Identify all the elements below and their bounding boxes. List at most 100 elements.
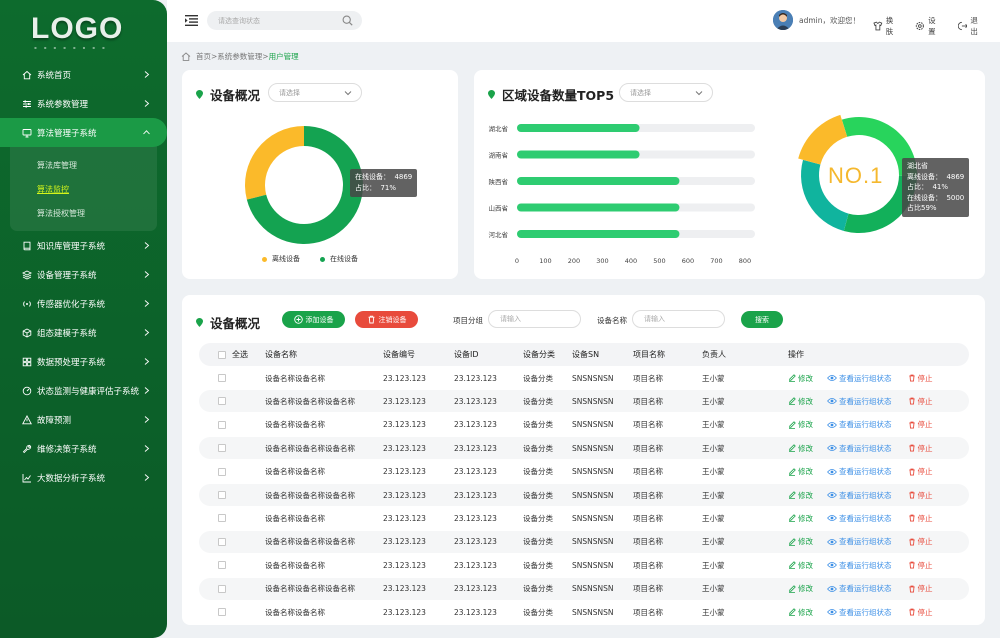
view-status-button[interactable]: 查看运行组状态	[827, 443, 892, 454]
row-checkbox[interactable]	[218, 420, 226, 429]
table-row[interactable]: 设备名称设备名称设备名称 23.123.123 23.123.123 设备分类 SNSN…	[199, 437, 969, 460]
edit-button[interactable]: 修改	[788, 396, 813, 407]
row-checkbox-cell[interactable]	[218, 390, 226, 412]
table-row[interactable]: 设备名称设备名称设备名称 23.123.123 23.123.123 设备分类 SNSN…	[199, 484, 969, 506]
stop-button[interactable]: 停止	[908, 490, 933, 501]
sidebar-item[interactable]: 系统参数管理	[0, 89, 167, 118]
menu-toggle-icon[interactable]	[185, 15, 198, 26]
bar[interactable]	[517, 150, 640, 159]
sidebar-item[interactable]: 传感器优化子系统	[0, 289, 167, 318]
row-checkbox[interactable]	[218, 444, 226, 453]
delete-device-button[interactable]: 注销设备	[355, 311, 418, 328]
logout-button[interactable]: 退出	[957, 15, 985, 37]
stop-button[interactable]: 停止	[908, 560, 933, 571]
bar[interactable]	[517, 230, 680, 238]
row-checkbox-cell[interactable]	[218, 531, 226, 553]
sidebar-subitem[interactable]: 算法库管理	[10, 153, 157, 177]
skin-button[interactable]: 换肤	[873, 15, 900, 37]
sidebar-subitem[interactable]: 算法监控	[10, 177, 157, 201]
sidebar-item[interactable]: 数据预处理子系统	[0, 347, 167, 376]
search-input[interactable]	[218, 16, 338, 25]
home-icon[interactable]	[181, 52, 191, 61]
sidebar-item[interactable]: 组态建模子系统	[0, 318, 167, 347]
view-status-button[interactable]: 查看运行组状态	[827, 607, 892, 618]
edit-button[interactable]: 修改	[788, 419, 813, 430]
stop-button[interactable]: 停止	[908, 373, 933, 384]
sidebar-subitem[interactable]: 算法授权管理	[10, 201, 157, 225]
sidebar-item[interactable]: 维修决策子系统	[0, 434, 167, 463]
row-checkbox-cell[interactable]	[218, 414, 226, 436]
row-checkbox-cell[interactable]	[218, 437, 226, 459]
stop-button[interactable]: 停止	[908, 419, 933, 430]
sidebar-item[interactable]: 故障预测	[0, 405, 167, 434]
sidebar-item[interactable]: 设备管理子系统	[0, 260, 167, 289]
row-checkbox[interactable]	[218, 608, 226, 616]
row-checkbox[interactable]	[218, 537, 226, 546]
select-all-checkbox[interactable]	[218, 350, 226, 359]
sidebar-item[interactable]: 大数据分析子系统	[0, 463, 167, 492]
row-checkbox-cell[interactable]	[218, 601, 226, 623]
view-status-button[interactable]: 查看运行组状态	[827, 560, 892, 571]
view-status-button[interactable]: 查看运行组状态	[827, 490, 892, 501]
settings-button[interactable]: 设置	[915, 15, 942, 37]
table-row[interactable]: 设备名称设备名称 23.123.123 23.123.123 设备分类 SNSNSNSN…	[199, 414, 969, 436]
table-row[interactable]: 设备名称设备名称 23.123.123 23.123.123 设备分类 SNSNSNSN…	[199, 507, 969, 529]
stop-button[interactable]: 停止	[908, 443, 933, 454]
edit-button[interactable]: 修改	[788, 607, 813, 618]
bar[interactable]	[517, 203, 680, 212]
row-checkbox[interactable]	[218, 561, 226, 570]
view-status-button[interactable]: 查看运行组状态	[827, 583, 892, 594]
stop-button[interactable]: 停止	[908, 466, 933, 477]
table-row[interactable]: 设备名称设备名称 23.123.123 23.123.123 设备分类 SNSNSNSN…	[199, 367, 969, 389]
row-checkbox[interactable]	[218, 374, 226, 382]
donut-slice-offline[interactable]	[245, 126, 304, 200]
row-checkbox[interactable]	[218, 584, 226, 593]
row-checkbox-cell[interactable]	[218, 554, 226, 576]
stop-button[interactable]: 停止	[908, 583, 933, 594]
search-button[interactable]: 搜索	[741, 311, 783, 328]
table-row[interactable]: 设备名称设备名称设备名称 23.123.123 23.123.123 设备分类 SNSN…	[199, 577, 969, 600]
sidebar-item[interactable]: 算法管理子系统	[0, 118, 167, 147]
avatar[interactable]	[773, 10, 793, 30]
table-row[interactable]: 设备名称设备名称设备名称 23.123.123 23.123.123 设备分类 SNSN…	[199, 530, 969, 553]
table-row[interactable]: 设备名称设备名称 23.123.123 23.123.123 设备分类 SNSNSNSN…	[199, 601, 969, 623]
edit-button[interactable]: 修改	[788, 536, 813, 547]
row-checkbox-cell[interactable]	[218, 507, 226, 529]
row-checkbox[interactable]	[218, 397, 226, 406]
sidebar-item[interactable]: 系统首页	[0, 60, 167, 89]
view-status-button[interactable]: 查看运行组状态	[827, 536, 892, 547]
table-row[interactable]: 设备名称设备名称 23.123.123 23.123.123 设备分类 SNSNSNSN…	[199, 461, 969, 483]
edit-button[interactable]: 修改	[788, 443, 813, 454]
donut-slice-highlighted[interactable]	[798, 114, 848, 165]
row-checkbox-cell[interactable]	[218, 484, 226, 506]
search-icon[interactable]	[342, 15, 353, 26]
row-checkbox[interactable]	[218, 514, 226, 523]
view-status-button[interactable]: 查看运行组状态	[827, 396, 892, 407]
row-checkbox-cell[interactable]	[218, 367, 226, 389]
edit-button[interactable]: 修改	[788, 583, 813, 594]
row-checkbox-cell[interactable]	[218, 461, 226, 483]
device-name-input[interactable]	[644, 311, 724, 327]
select-all[interactable]: 全选	[218, 343, 248, 366]
stop-button[interactable]: 停止	[908, 396, 933, 407]
sidebar-item[interactable]: 知识库管理子系统	[0, 231, 167, 260]
add-device-button[interactable]: 添加设备	[282, 311, 345, 328]
breadcrumb-level1[interactable]: 系统参数管理	[217, 51, 262, 62]
view-status-button[interactable]: 查看运行组状态	[827, 513, 892, 524]
group-input[interactable]	[500, 311, 580, 327]
view-status-button[interactable]: 查看运行组状态	[827, 419, 892, 430]
stop-button[interactable]: 停止	[908, 513, 933, 524]
bar[interactable]	[517, 124, 640, 132]
row-checkbox[interactable]	[218, 491, 226, 499]
edit-button[interactable]: 修改	[788, 490, 813, 501]
view-status-button[interactable]: 查看运行组状态	[827, 466, 892, 477]
breadcrumb-home[interactable]: 首页	[196, 51, 211, 62]
table-row[interactable]: 设备名称设备名称 23.123.123 23.123.123 设备分类 SNSNSNSN…	[199, 554, 969, 576]
stop-button[interactable]: 停止	[908, 607, 933, 618]
bar[interactable]	[517, 177, 680, 185]
edit-button[interactable]: 修改	[788, 373, 813, 384]
user-info[interactable]: admin，欢迎您！	[773, 10, 860, 30]
edit-button[interactable]: 修改	[788, 513, 813, 524]
row-checkbox-cell[interactable]	[218, 578, 226, 600]
edit-button[interactable]: 修改	[788, 466, 813, 477]
